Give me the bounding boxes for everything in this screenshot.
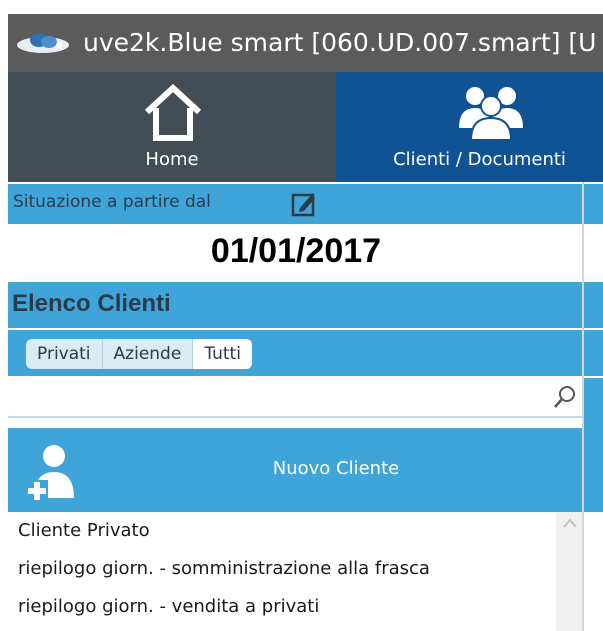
start-date[interactable]: 01/01/2017 — [8, 232, 584, 271]
filter-row: Privati Aziende Tutti — [8, 330, 584, 376]
nuovo-cliente-label: Nuovo Cliente — [272, 458, 400, 479]
situazione-label: Situazione a partire dal — [13, 192, 211, 212]
tab-clienti-label: Clienti / Documenti — [393, 149, 566, 170]
right-strip — [584, 282, 603, 328]
app-window: uve2k.Blue smart [060.UD.007.smart] [U H… — [0, 0, 603, 631]
elenco-clienti-label: Elenco Clienti — [12, 290, 171, 317]
edit-icon[interactable] — [290, 190, 318, 218]
search-icon[interactable] — [552, 384, 578, 410]
situazione-header: Situazione a partire dal — [8, 184, 584, 224]
right-strip — [584, 378, 603, 428]
filter-segmented-control: Privati Aziende Tutti — [26, 339, 252, 369]
scroll-up-icon[interactable] — [563, 518, 577, 528]
right-strip — [584, 330, 603, 376]
list-scrollbar[interactable] — [556, 512, 584, 631]
search-input[interactable] — [8, 378, 584, 418]
home-icon — [144, 84, 202, 141]
tab-home[interactable]: Home — [8, 72, 336, 182]
list-item[interactable]: riepilogo giorn. - vendita a privati — [18, 596, 319, 617]
title-bar: uve2k.Blue smart [060.UD.007.smart] [U — [8, 14, 603, 72]
filter-tutti[interactable]: Tutti — [193, 339, 252, 369]
clienti-panel: Situazione a partire dal 01/01/2017 Elen… — [8, 182, 584, 631]
tab-clienti-documenti[interactable]: Clienti / Documenti — [336, 72, 603, 182]
filter-aziende[interactable]: Aziende — [103, 339, 194, 369]
right-strip — [584, 184, 603, 224]
list-item[interactable]: Cliente Privato — [18, 520, 150, 541]
right-panel-edge — [584, 182, 603, 631]
window-title: uve2k.Blue smart [060.UD.007.smart] [U — [83, 28, 597, 57]
cloud-icon — [17, 33, 69, 53]
users-icon — [459, 87, 523, 141]
date-row: 01/01/2017 — [8, 224, 584, 282]
clienti-list: Cliente Privato riepilogo giorn. - sommi… — [8, 512, 556, 631]
right-strip — [584, 428, 603, 512]
tab-home-label: Home — [145, 149, 199, 170]
elenco-clienti-header: Elenco Clienti — [8, 282, 584, 328]
filter-privati[interactable]: Privati — [26, 339, 103, 369]
list-item[interactable]: riepilogo giorn. - somministrazione alla… — [18, 558, 430, 579]
nuovo-cliente-button[interactable]: Nuovo Cliente — [8, 428, 584, 512]
